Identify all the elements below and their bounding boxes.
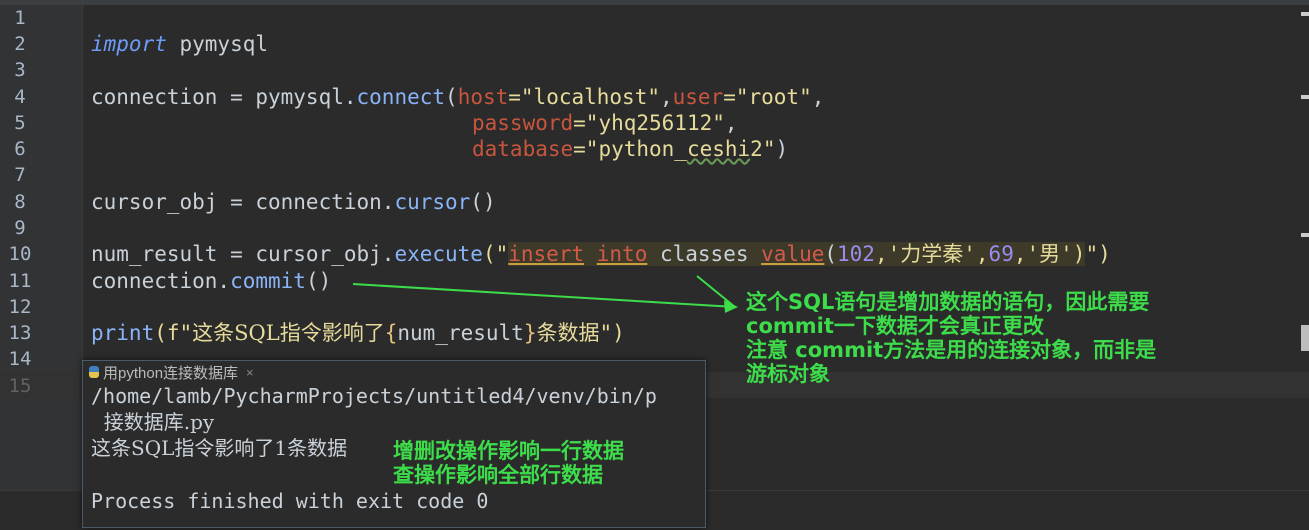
close-icon[interactable]: ×: [246, 365, 254, 380]
run-tab-label: 用python连接数据库: [103, 364, 239, 382]
output-line: 接数据库.py: [91, 410, 215, 434]
output-line: Process finished with exit code 0: [91, 489, 489, 513]
output-line: 这条SQL指令影响了1条数据: [91, 436, 348, 460]
commit-annotation: 这个SQL语句是增加数据的语句，因此需要 commit一下数据才会真正更改 注意…: [746, 290, 1157, 386]
run-tab[interactable]: 用python连接数据库 ×: [83, 361, 260, 383]
output-line: /home/lamb/PycharmProjects/untitled4/ven…: [91, 384, 657, 408]
python-file-icon: [89, 366, 99, 378]
run-output-popup[interactable]: 用python连接数据库 × /home/lamb/PycharmProject…: [82, 360, 706, 528]
code-editor[interactable]: 1 2 3 4 5 6 7 8 9 10 11 12 13 14 15 impo…: [0, 0, 1309, 530]
affect-annotation: 增删改操作影响一行数据 查操作影响全部行数据: [393, 439, 624, 487]
